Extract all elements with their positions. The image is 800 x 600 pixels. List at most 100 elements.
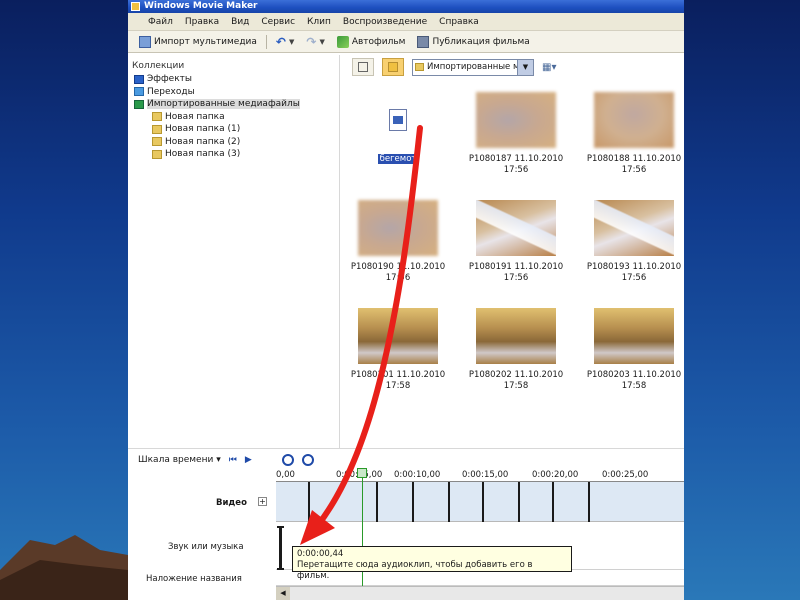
views-icon[interactable]: ▦▾: [542, 62, 556, 73]
scroll-left-icon[interactable]: ◀: [276, 587, 290, 600]
menu-help[interactable]: Справка: [433, 17, 485, 27]
photo-thumbnail-image: [476, 200, 556, 256]
media-thumbnail[interactable]: P1080191 11.10.2010 17:56: [466, 200, 566, 284]
play-icon[interactable]: ▶: [245, 455, 252, 465]
thumbnail-name: P1080203 11.10.2010: [586, 370, 682, 380]
menu-tools[interactable]: Сервис: [255, 17, 301, 27]
collection-select[interactable]: Импортированные м ▼: [412, 58, 534, 76]
thumbnail-caption: P1080193 11.10.2010 17:56: [584, 262, 684, 284]
menu-playback[interactable]: Воспроизведение: [337, 17, 433, 27]
thumbnail-name: P1080201 11.10.2010: [350, 370, 446, 380]
tree-item-folder[interactable]: Новая папка (1): [132, 123, 335, 136]
import-media-button[interactable]: Импорт мультимедиа: [136, 34, 260, 50]
thumbnail-caption: бегемот: [348, 154, 448, 165]
tree-item-label: Переходы: [147, 86, 195, 97]
clip-divider: [552, 482, 554, 522]
redo-button[interactable]: ↷ ▼: [303, 34, 327, 50]
photo-thumbnail-image: [476, 308, 556, 364]
thumbnail-name: P1080193 11.10.2010: [586, 262, 682, 272]
ruler-tick: 0,00: [276, 470, 295, 480]
undo-button[interactable]: ↶ ▼: [273, 34, 297, 50]
thumbnail-name: P1080187 11.10.2010: [468, 154, 564, 164]
folder-view-icon: [388, 62, 398, 72]
thumbnail-caption: P1080187 11.10.2010 17:56: [466, 154, 566, 176]
audio-file-icon: [389, 109, 407, 131]
menu-bar: Файл Правка Вид Сервис Клип Воспроизведе…: [128, 13, 684, 31]
tree-item-effects[interactable]: Эффекты: [132, 73, 335, 86]
thumbnail-time: 17:56: [503, 273, 529, 283]
thumbnail-time: 17:58: [621, 381, 647, 391]
tree-item-label: Новая папка (2): [165, 136, 241, 147]
menu-clip[interactable]: Клип: [301, 17, 337, 27]
undo-dropdown-icon[interactable]: ▼: [289, 38, 294, 46]
effects-icon: [134, 74, 144, 84]
automovie-button[interactable]: Автофильм: [334, 34, 409, 50]
media-thumbnail[interactable]: P1080187 11.10.2010 17:56: [466, 92, 566, 176]
timeline-scrollbar[interactable]: ◀: [276, 586, 684, 600]
publish-movie-button[interactable]: Публикация фильма: [414, 34, 532, 50]
show-tasks-button[interactable]: [352, 58, 374, 76]
tree-item-folder[interactable]: Новая папка (3): [132, 148, 335, 161]
collection-select-value: Импортированные м: [427, 62, 520, 72]
clip-divider: [482, 482, 484, 522]
clip-divider: [376, 482, 378, 522]
tree-item-folder[interactable]: Новая папка: [132, 111, 335, 124]
tree-item-label: Новая папка (1): [165, 124, 241, 135]
thumbnail-time: 17:58: [385, 381, 411, 391]
photo-thumbnail-image: [594, 92, 674, 148]
drop-tooltip: 0:00:00,44 Перетащите сюда аудиоклип, чт…: [292, 546, 572, 581]
timeline-ruler[interactable]: 0,00 0:00:05,00 0:00:10,00 0:00:15,00 0:…: [276, 470, 684, 482]
thumbnail-caption: P1080203 11.10.2010 17:58: [584, 370, 684, 392]
photo-thumbnail-image: [594, 308, 674, 364]
folder-icon: [152, 124, 162, 134]
movie-maker-window: Windows Movie Maker Файл Правка Вид Серв…: [128, 0, 684, 600]
playhead-handle[interactable]: [357, 468, 367, 478]
toolbar: Импорт мультимедиа ↶ ▼ ↷ ▼ Автофильм Пуб…: [128, 31, 684, 53]
media-thumbnail[interactable]: P1080202 11.10.2010 17:58: [466, 308, 566, 392]
chevron-down-icon[interactable]: ▼: [517, 59, 533, 75]
folder-icon: [152, 112, 162, 122]
menu-view[interactable]: Вид: [225, 17, 255, 27]
pane-icon: [358, 62, 368, 72]
timeline-toolbar: Шкала времени ▾ ⏮ ▶: [128, 448, 684, 470]
media-thumbnail[interactable]: P1080201 11.10.2010 17:58: [348, 308, 448, 392]
thumbnail-caption: P1080202 11.10.2010 17:58: [466, 370, 566, 392]
menu-edit[interactable]: Правка: [179, 17, 225, 27]
timeline-mode-button[interactable]: Шкала времени ▾: [138, 455, 221, 465]
insertion-marker: [277, 526, 284, 570]
media-thumbnail[interactable]: P1080188 11.10.2010 17:56: [584, 92, 684, 176]
media-thumbnail[interactable]: P1080203 11.10.2010 17:58: [584, 308, 684, 392]
audio-track-label: Звук или музыка: [168, 542, 244, 552]
thumbnail-time: 17:56: [385, 273, 411, 283]
expand-icon[interactable]: +: [258, 497, 267, 506]
photo-thumbnail-image: [476, 92, 556, 148]
publish-movie-label: Публикация фильма: [432, 36, 530, 47]
thumbnail-time: 17:56: [503, 165, 529, 175]
thumbnail-name: P1080191 11.10.2010: [468, 262, 564, 272]
clip-divider: [588, 482, 590, 522]
undo-icon: ↶: [275, 34, 286, 49]
media-thumbnail[interactable]: P1080190 11.10.2010 17:56: [348, 200, 448, 284]
clip-divider: [308, 482, 310, 522]
zoom-out-icon[interactable]: [301, 453, 314, 466]
redo-dropdown-icon[interactable]: ▼: [319, 38, 324, 46]
publish-icon: [417, 35, 430, 48]
folder-icon: [152, 137, 162, 147]
audio-clip-thumbnail: [358, 92, 438, 148]
tree-item-label: Новая папка (3): [165, 149, 241, 160]
thumbnail-name: бегемот: [377, 154, 419, 164]
show-collections-button[interactable]: [382, 58, 404, 76]
redo-icon: ↷: [306, 34, 317, 49]
tree-item-folder[interactable]: Новая папка (2): [132, 136, 335, 149]
media-thumbnail[interactable]: P1080193 11.10.2010 17:56: [584, 200, 684, 284]
tree-item-transitions[interactable]: Переходы: [132, 86, 335, 99]
media-thumbnail[interactable]: бегемот: [348, 92, 448, 165]
video-track[interactable]: [276, 482, 684, 522]
thumbnail-name: P1080188 11.10.2010: [586, 154, 682, 164]
rewind-icon[interactable]: ⏮: [229, 455, 237, 465]
collections-pane: Коллекции Эффекты Переходы Импортированн…: [128, 55, 340, 448]
zoom-in-icon[interactable]: [281, 453, 294, 466]
ruler-tick: 0:00:10,00: [394, 470, 441, 480]
tree-item-imported-media[interactable]: Импортированные медиафайлы: [132, 98, 335, 111]
menu-file[interactable]: Файл: [142, 17, 179, 27]
